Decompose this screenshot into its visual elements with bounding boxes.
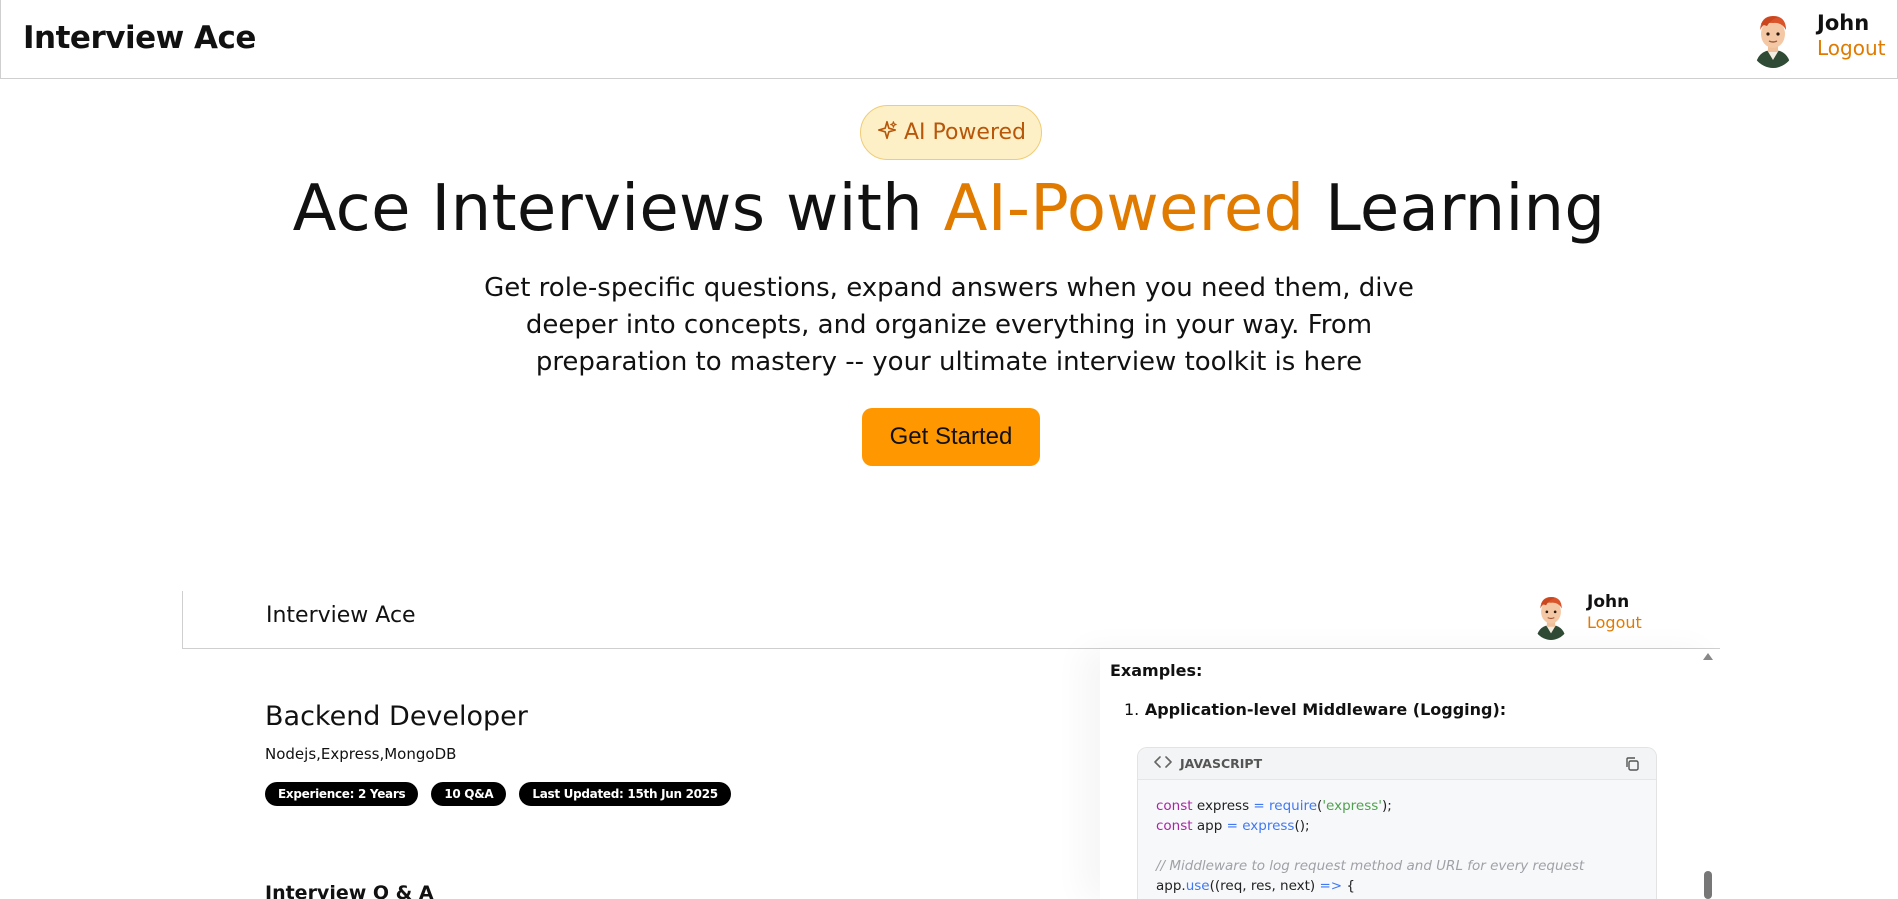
hero-title-end: Learning [1304,172,1606,246]
sparkle-icon [876,119,898,147]
code-block-header: JAVASCRIPT [1138,748,1656,780]
session-summary: Backend Developer Nodejs,Express,MongoDB… [182,649,1082,899]
code-line: const app = express(); [1156,818,1310,834]
hero-title-accent: AI-Powered [943,172,1305,246]
experience-pill: Experience: 2 Years [265,782,419,806]
code-block: JAVASCRIPT const express = require('expr… [1137,747,1657,899]
preview-navbar: Interview Ace John Logout [182,591,1720,649]
code-line: const express = require('express'); [1156,798,1392,814]
brand-logo[interactable]: Interview Ace [23,20,256,56]
last-updated-pill: Last Updated: 15th Jun 2025 [519,782,731,806]
badge-label: AI Powered [903,120,1027,145]
get-started-button[interactable]: Get Started [862,408,1040,466]
ai-powered-badge: AI Powered [860,105,1042,160]
top-navbar: Interview Ace John Logout [0,0,1898,79]
hero-subtitle: Get role-specific questions, expand answ… [484,273,1414,377]
hero-title: Ace Interviews with AI-Powered Learning [0,172,1898,246]
qa-count-pill: 10 Q&A [431,782,507,806]
user-name: John [1817,11,1870,35]
example-title: Application-level Middleware (Logging): [1144,700,1507,719]
avatar [1531,592,1571,640]
code-line: // Middleware to log request method and … [1156,858,1585,874]
role-topics: Nodejs,Express,MongoDB [265,745,457,763]
preview-logout-link: Logout [1587,613,1642,632]
preview-user-name: John [1587,592,1630,612]
hero-title-start: Ace Interviews with [292,172,944,246]
examples-label: Examples: [1110,661,1203,680]
code-icon [1154,755,1172,772]
code-line: app.use((req, res, next) => { [1156,878,1356,894]
logout-link[interactable]: Logout [1817,36,1885,60]
example-number: 1. [1124,700,1140,719]
example-item: 1. Application-level Middleware (Logging… [1124,700,1506,719]
code-language: JAVASCRIPT [1180,756,1263,771]
qa-heading: Interview Q & A [265,882,434,899]
role-title: Backend Developer [265,701,528,732]
copy-icon [1624,756,1640,772]
preview-brand: Interview Ace [266,603,416,628]
avatar[interactable] [1749,10,1797,68]
scrollbar-thumb [1704,871,1712,899]
code-content: const express = require('express'); const… [1138,780,1656,899]
answer-drawer: Examples: 1. Application-level Middlewar… [1100,649,1720,899]
code-line: ​ [1156,836,1638,856]
session-pills: Experience: 2 Years 10 Q&A Last Updated:… [265,782,731,806]
app-preview: Interview Ace John Logout Backend Develo… [182,591,1720,899]
scroll-up-arrow [1703,653,1713,660]
